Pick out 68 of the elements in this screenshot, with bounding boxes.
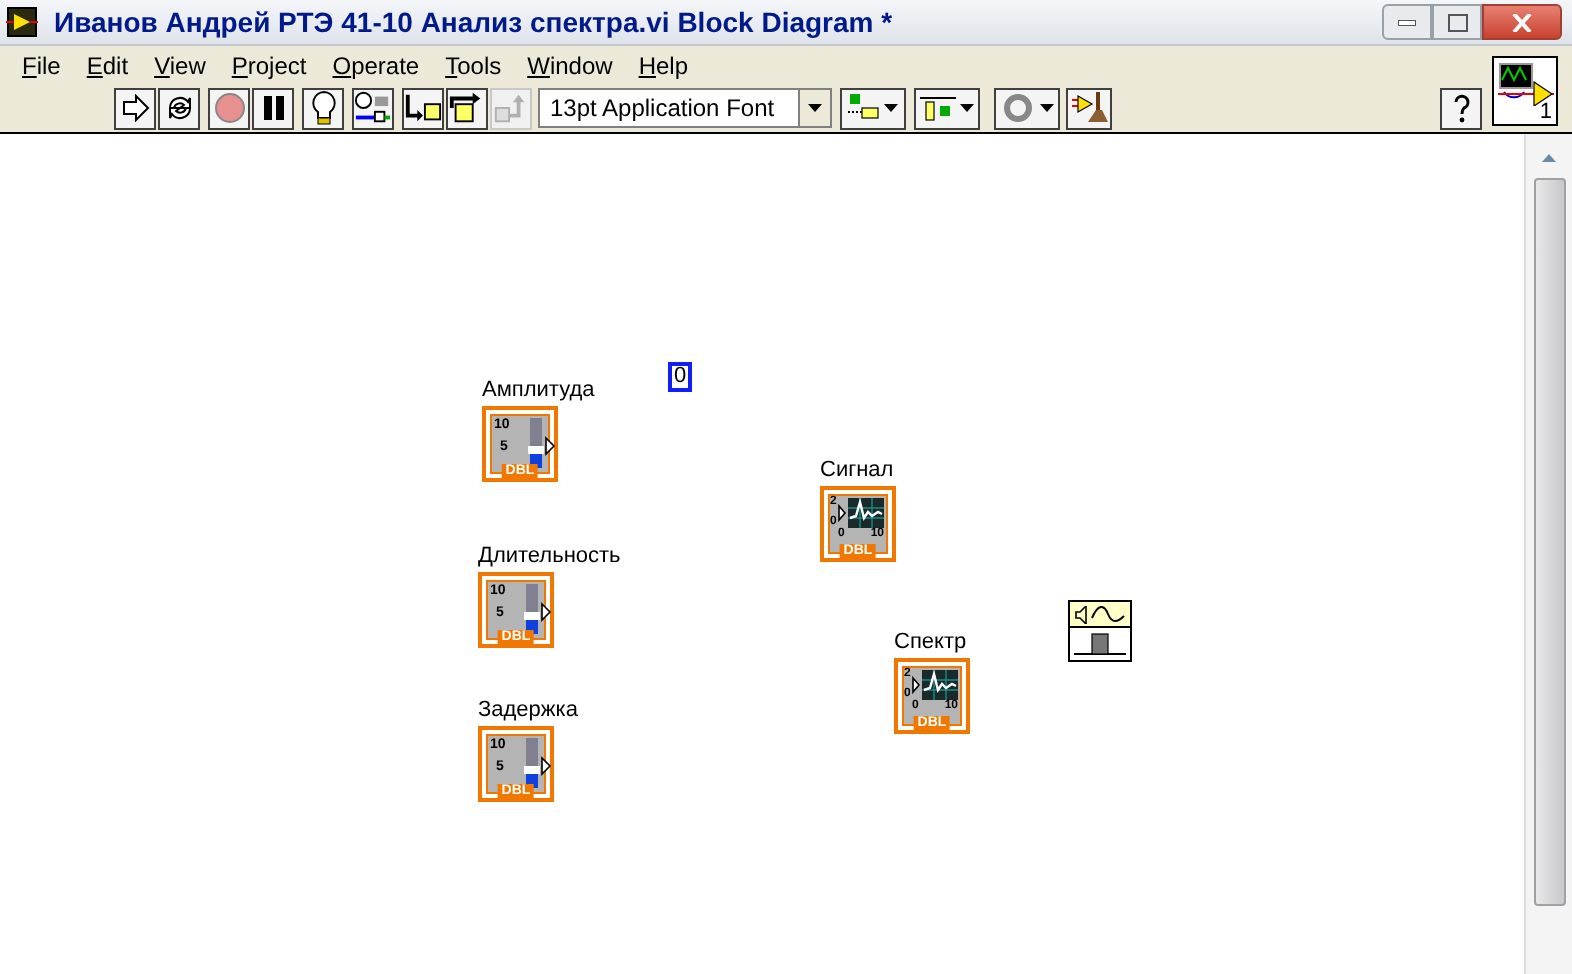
maximize-icon [1447,13,1467,31]
scrollbar-thumb[interactable] [1533,178,1565,906]
font-dropdown[interactable]: 13pt Application Font [538,88,832,128]
window-function-icon [1074,630,1126,656]
pause-icon [261,96,285,120]
step-into-icon [404,92,442,124]
numeric-constant[interactable]: 0 [668,362,693,392]
slider-icon [528,418,556,468]
minimize-icon [1398,19,1416,25]
terminal-label: Задержка [478,698,578,724]
clean-up-diagram-button[interactable] [1066,87,1112,129]
run-button[interactable] [114,87,156,129]
probe-wire-icon [354,90,392,126]
help-icon [1451,93,1471,123]
caret-icon [960,104,974,112]
menu-item[interactable]: Edit [86,47,129,83]
stop-icon [213,92,245,124]
vi-icon [1498,62,1554,106]
menu-item[interactable]: Project [231,47,307,83]
slider-icon [524,738,552,788]
highlight-execution-button[interactable] [302,87,344,129]
align-icon [848,94,880,122]
menu-item[interactable]: Tools [445,47,502,83]
menu-item[interactable]: Window [527,47,613,83]
terminal-label: Спектр [894,630,967,656]
caret-icon [1040,104,1054,112]
graph-icon [912,670,958,700]
run-arrow-icon [121,94,149,122]
menu-item[interactable]: File [22,47,61,83]
run-continuously-button[interactable] [158,87,200,129]
minimize-button[interactable] [1382,4,1432,40]
connector-count: 1 [1539,102,1552,124]
broom-icon [1071,92,1107,124]
retain-wire-values-button[interactable] [352,87,394,129]
close-button[interactable] [1482,4,1562,40]
step-out-icon [492,92,530,124]
slider-icon [524,584,552,634]
caret-icon [808,104,822,112]
close-icon [1512,13,1532,31]
express-vi-node[interactable] [1068,600,1132,662]
caret-icon [884,104,898,112]
menu-item[interactable]: View [154,47,206,83]
connector-pane-icon[interactable]: 1 [1492,56,1558,126]
step-over-icon [448,92,486,124]
distribute-objects-button[interactable] [914,87,980,129]
reorder-icon [1000,94,1036,122]
abort-button[interactable] [208,87,250,129]
vertical-scrollbar[interactable] [1524,134,1572,974]
distribute-icon [920,94,956,122]
menu-item[interactable]: Operate [332,47,420,83]
window-title: Иванов Андрей РТЭ 41-10 Анализ спектра.vi Block Diagram * [54,3,893,42]
menu-item[interactable]: Help [638,47,688,83]
pause-button[interactable] [252,87,294,129]
reorder-button[interactable] [994,87,1060,129]
cycle-arrows-icon [163,92,195,124]
step-into-button[interactable] [402,87,444,129]
help-button[interactable] [1440,87,1482,129]
app-icon [6,6,38,38]
terminal-label: Сигнал [820,458,894,484]
align-objects-button[interactable] [840,87,906,129]
step-over-button[interactable] [446,87,488,129]
lightbulb-icon [309,90,337,126]
speaker-wave-icon [1074,605,1126,623]
graph-icon [838,498,884,528]
terminal-label: Длительность [478,544,621,570]
terminal-label: Амплитуда [482,378,595,404]
scroll-up-arrow-icon [1542,154,1556,162]
maximize-button[interactable] [1432,4,1482,40]
